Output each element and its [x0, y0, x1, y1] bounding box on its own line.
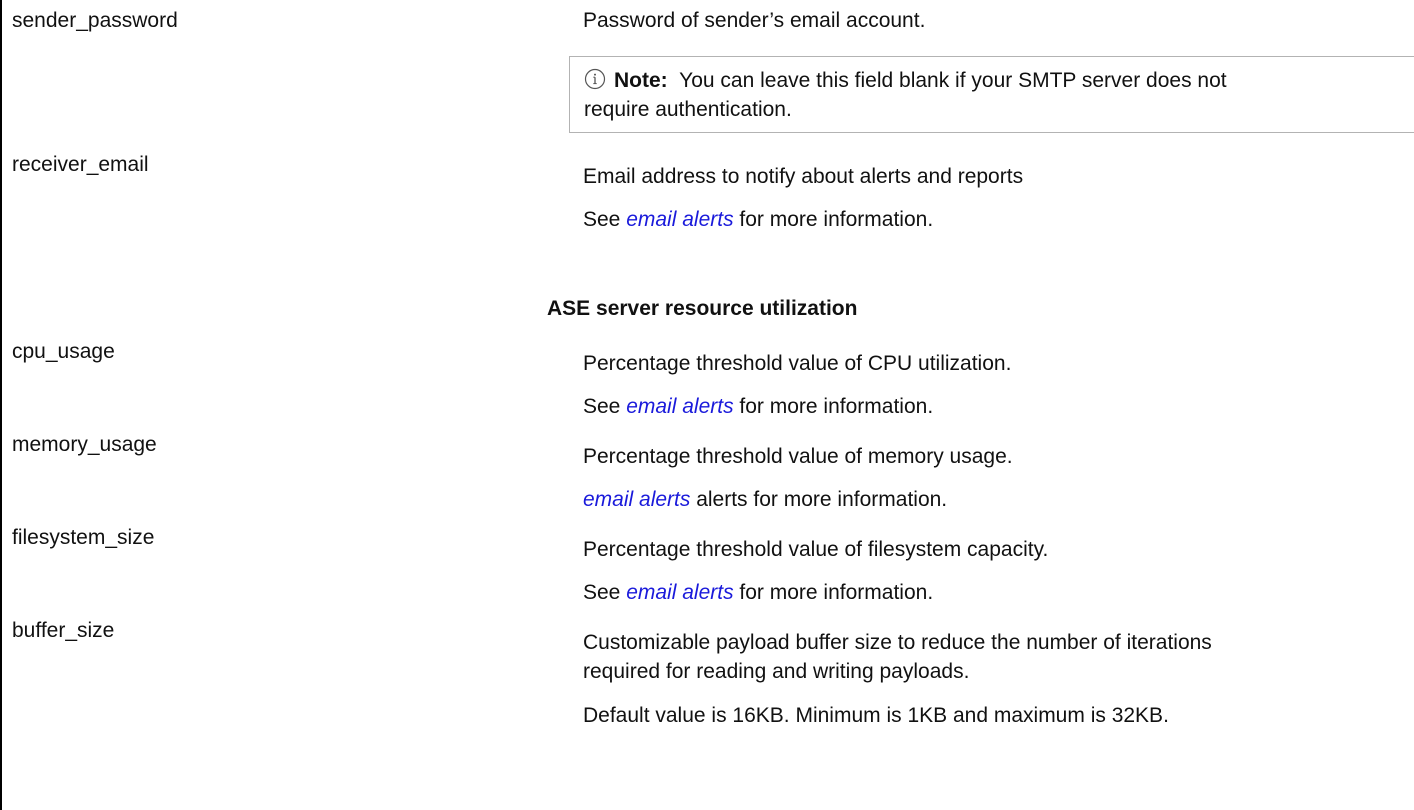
see-prefix: See: [583, 395, 627, 418]
desc-buffer-size-line-1: Customizable payload buffer size to redu…: [583, 631, 1212, 654]
desc-sender-password: Password of sender’s email account.: [583, 9, 926, 32]
note-text-line-2: require authentication.: [584, 98, 792, 121]
see-line-receiver-email: See email alerts for more information.: [583, 207, 933, 233]
desc-buffer-size-default: Default value is 16KB. Minimum is 1KB an…: [583, 704, 1169, 727]
param-cpu-usage: cpu_usage: [12, 340, 115, 363]
email-alerts-link[interactable]: email alerts: [626, 208, 733, 231]
param-filesystem-size: filesystem_size: [12, 526, 155, 549]
param-receiver-email: receiver_email: [12, 153, 149, 176]
see-suffix: for more information.: [733, 208, 934, 231]
info-circle-icon: [584, 68, 606, 90]
see-prefix: See: [583, 208, 627, 231]
see-suffix: for more information.: [733, 581, 934, 604]
param-memory-usage: memory_usage: [12, 433, 157, 456]
desc-receiver-email: Email address to notify about alerts and…: [583, 165, 1024, 188]
table-left-border: [0, 0, 2, 810]
email-alerts-link[interactable]: email alerts: [583, 488, 690, 511]
desc-filesystem-size: Percentage threshold value of filesystem…: [583, 538, 1049, 561]
see-prefix: See: [583, 581, 627, 604]
see-suffix: alerts for more information.: [690, 488, 948, 511]
param-sender-password: sender_password: [12, 9, 178, 32]
desc-buffer-size-line-2: required for reading and writing payload…: [583, 660, 970, 683]
see-line-filesystem-size: See email alerts for more information.: [583, 580, 933, 606]
note-line-1: Note: You can leave this field blank if …: [584, 68, 1227, 94]
note-label: Note:: [614, 69, 668, 92]
see-suffix: for more information.: [733, 395, 934, 418]
section-heading: ASE server resource utilization: [547, 297, 858, 320]
email-alerts-link[interactable]: email alerts: [626, 581, 733, 604]
desc-cpu-usage: Percentage threshold value of CPU utiliz…: [583, 352, 1012, 375]
note-box: Note: You can leave this field blank if …: [569, 56, 1414, 133]
desc-memory-usage: Percentage threshold value of memory usa…: [583, 445, 1013, 468]
email-alerts-link[interactable]: email alerts: [626, 395, 733, 418]
param-buffer-size: buffer_size: [12, 619, 115, 642]
see-line-cpu-usage: See email alerts for more information.: [583, 394, 933, 420]
note-text-line-1: You can leave this field blank if your S…: [679, 69, 1227, 92]
see-line-memory-usage: email alerts alerts for more information…: [583, 487, 947, 513]
